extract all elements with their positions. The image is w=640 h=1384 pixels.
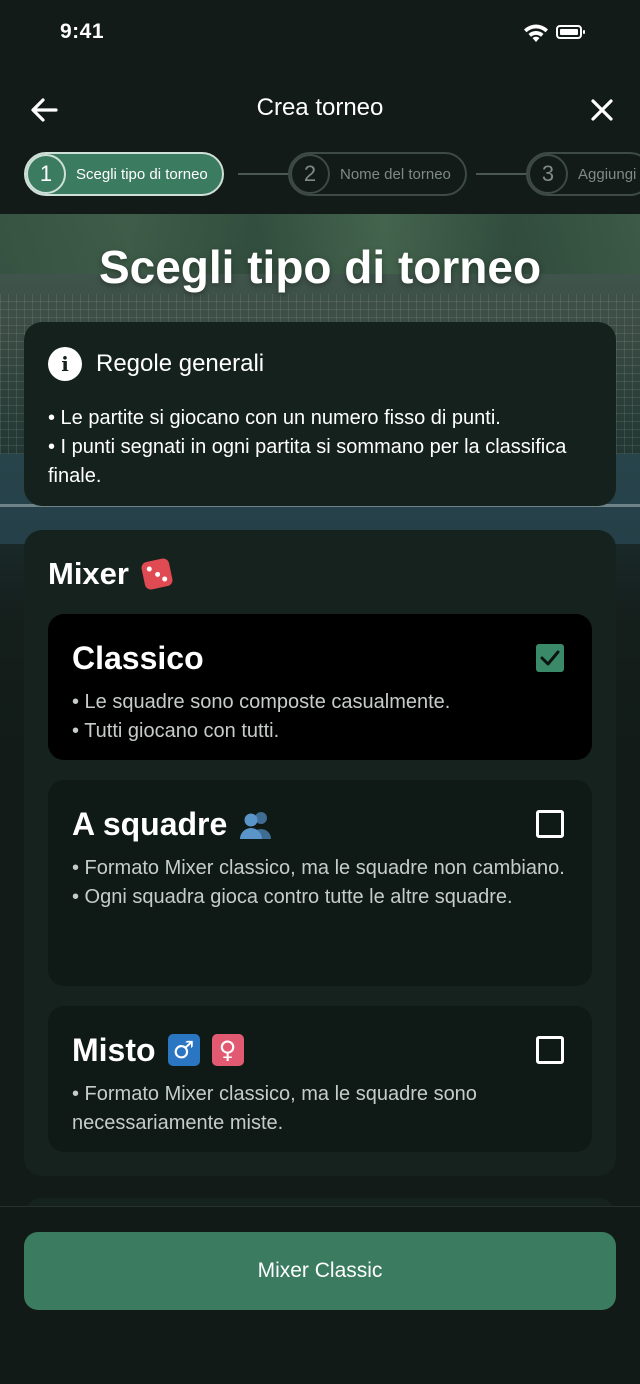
status-time: 9:41 <box>60 20 105 43</box>
step-3[interactable]: 3 Aggiungi <box>526 152 640 196</box>
step-2[interactable]: 2 Nome del torneo <box>288 152 467 196</box>
close-icon <box>591 99 613 121</box>
mixer-section-title: Mixer <box>48 556 174 592</box>
hero-title: Scegli tipo di torneo <box>98 241 542 293</box>
option-line: • Ogni squadra gioca contro tutte le alt… <box>72 886 513 908</box>
option-a-squadre[interactable]: A squadre • Formato Mixer classico, ma l… <box>48 780 592 986</box>
checkbox-misto[interactable] <box>536 1036 564 1064</box>
checkbox-classico[interactable] <box>536 644 564 672</box>
female-symbol-icon: ♀ <box>211 1034 244 1066</box>
option-misto[interactable]: Misto ♂ ♀ • Formato Mixer classico, ma l… <box>48 1006 592 1152</box>
page-title: Crea torneo <box>256 94 384 121</box>
option-description: • Le squadre sono composte casualmente. … <box>72 688 568 746</box>
step-number: 3 <box>528 154 568 194</box>
rule-item: • I punti segnati in ogni partita si som… <box>48 436 567 487</box>
rule-item: • Le partite si giocano con un numero fi… <box>48 407 501 429</box>
general-rules-title: Regole generali <box>96 350 265 377</box>
option-line: • Le squadre sono composte casualmente. <box>72 691 451 713</box>
option-description: • Formato Mixer classico, ma le squadre … <box>72 1080 568 1138</box>
option-description: • Formato Mixer classico, ma le squadre … <box>72 854 568 912</box>
people-icon <box>240 812 272 839</box>
mixer-title-text: Mixer <box>48 556 129 591</box>
close-button[interactable] <box>582 90 622 130</box>
step-1[interactable]: 1 Scegli tipo di torneo <box>24 152 224 196</box>
step-number: 2 <box>290 154 330 194</box>
option-title: A squadre <box>72 805 228 842</box>
option-title-row: A squadre <box>72 804 568 844</box>
dice-icon <box>140 557 174 591</box>
option-classico[interactable]: Classico • Le squadre sono composte casu… <box>48 614 592 760</box>
step-number: 1 <box>26 154 66 194</box>
step-label: Aggiungi <box>578 165 637 183</box>
mixer-section: Mixer Classico • Le squadre sono compost… <box>24 530 616 1176</box>
checkbox-a-squadre[interactable] <box>536 810 564 838</box>
info-icon: i <box>48 347 82 381</box>
option-line: • Formato Mixer classico, ma le squadre … <box>72 1083 477 1134</box>
step-label: Nome del torneo <box>340 165 451 183</box>
option-line: • Tutti giocano con tutti. <box>72 720 280 742</box>
step-connector <box>476 173 528 175</box>
step-connector <box>238 173 290 175</box>
step-label: Scegli tipo di torneo <box>76 165 208 183</box>
general-rules-list: • Le partite si giocano con un numero fi… <box>48 404 592 491</box>
option-title: Classico <box>72 639 204 676</box>
option-line: • Formato Mixer classico, ma le squadre … <box>72 857 565 879</box>
male-symbol-icon: ♂ <box>167 1034 200 1066</box>
option-title: Misto <box>72 1031 156 1068</box>
header: Crea torneo <box>0 80 640 140</box>
option-title-row: Misto ♂ ♀ <box>72 1030 568 1070</box>
wifi-icon <box>524 24 548 42</box>
app-screen: 9:41 Crea torneo 1 Scegli tipo di torneo <box>0 0 640 1384</box>
stepper: 1 Scegli tipo di torneo 2 Nome del torne… <box>0 150 640 198</box>
general-rules-header: i Regole generali <box>48 346 592 382</box>
general-rules-card: i Regole generali • Le partite si giocan… <box>24 322 616 506</box>
continue-button[interactable]: Mixer Classic <box>24 1232 616 1310</box>
status-bar: 9:41 <box>0 0 640 70</box>
battery-icon <box>556 25 585 39</box>
checkmark-icon <box>540 650 560 666</box>
